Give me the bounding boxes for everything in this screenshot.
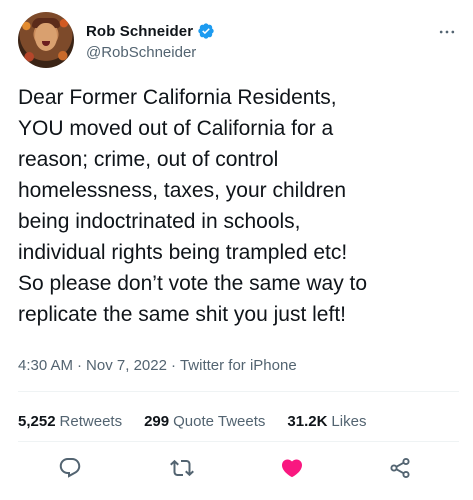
divider	[18, 391, 459, 392]
verified-badge-icon	[197, 22, 215, 40]
avatar[interactable]	[18, 12, 74, 68]
tweet-source[interactable]: Twitter for iPhone	[180, 357, 297, 374]
user-info: Rob Schneider @RobSchneider	[86, 21, 435, 61]
retweets-count: 5,252	[18, 413, 56, 430]
quote-tweets-count: 299	[144, 413, 170, 430]
tweet-date[interactable]: Nov 7, 2022	[86, 357, 167, 374]
avatar-face	[35, 23, 57, 51]
likes-label: Likes	[331, 413, 367, 430]
quote-tweets-stat[interactable]: 299 Quote Tweets	[144, 413, 265, 430]
likes-stat[interactable]: 31.2K Likes	[287, 413, 366, 430]
tweet-text: Dear Former California Residents, YOU mo…	[18, 86, 368, 326]
tweet-time[interactable]: 4:30 AM	[18, 357, 73, 374]
tweet-header: Rob Schneider @RobSchneider	[18, 12, 459, 70]
more-options-icon[interactable]	[435, 22, 459, 42]
tweet-actions	[0, 455, 473, 485]
user-handle[interactable]: @RobSchneider	[86, 44, 435, 61]
reply-icon[interactable]	[57, 455, 83, 481]
display-name[interactable]: Rob Schneider	[86, 23, 193, 40]
divider	[18, 441, 459, 442]
heart-icon[interactable]	[279, 455, 305, 481]
tweet-meta: 4:30 AM · Nov 7, 2022 · Twitter for iPho…	[18, 357, 297, 374]
retweets-label: Retweets	[59, 413, 123, 430]
retweet-icon[interactable]	[169, 455, 195, 481]
name-row: Rob Schneider	[86, 21, 435, 41]
tweet-stats: 5,252 Retweets 299 Quote Tweets 31.2K Likes	[18, 413, 366, 430]
retweets-stat[interactable]: 5,252 Retweets	[18, 413, 122, 430]
share-icon[interactable]	[387, 455, 413, 481]
meta-separator: ·	[170, 357, 176, 374]
likes-count: 31.2K	[287, 413, 328, 430]
quote-tweets-label: Quote Tweets	[173, 413, 266, 430]
tweet-card: Rob Schneider @RobSchneider Dear Former …	[0, 0, 473, 500]
meta-separator: ·	[77, 357, 83, 374]
